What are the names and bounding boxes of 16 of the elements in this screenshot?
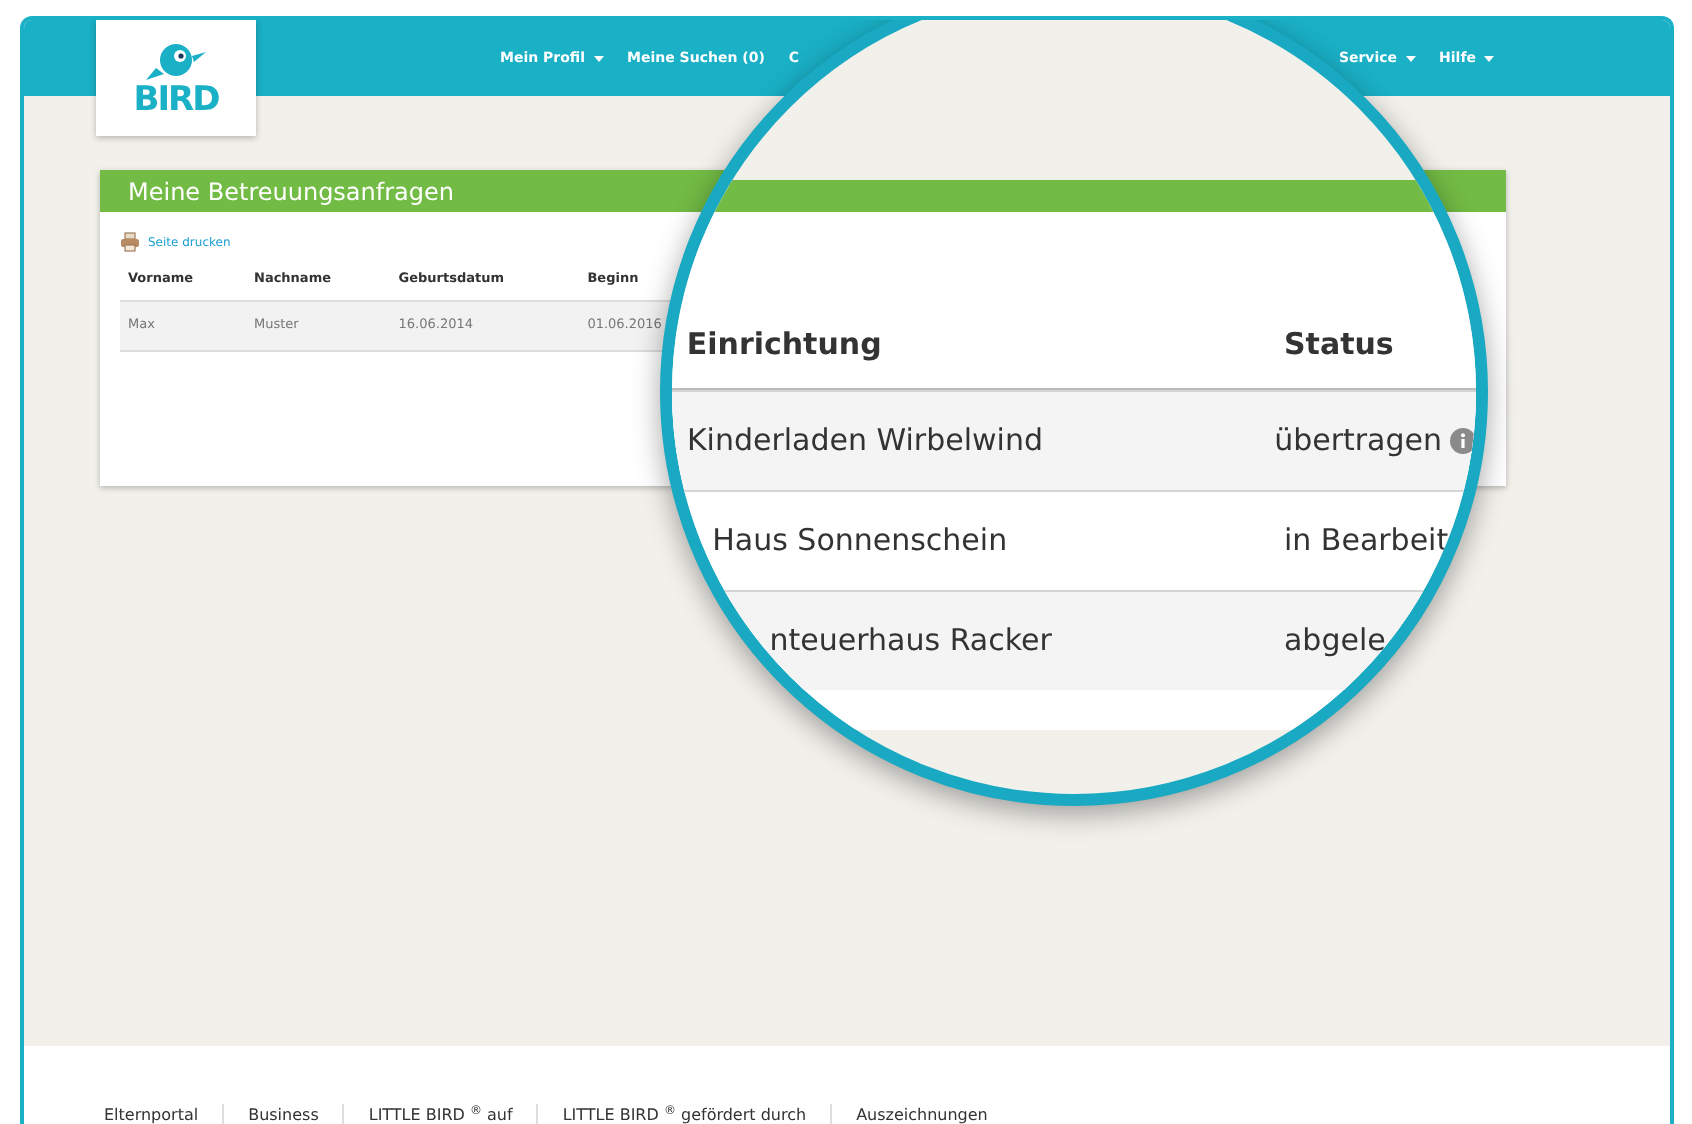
footer-heading: LITTLE BIRD $^{®}$ auf <box>342 1104 537 1124</box>
status-text: übertragen <box>1274 420 1442 463</box>
status-text: abgele <box>1283 620 1386 663</box>
footer-heading: Auszeichnungen <box>830 1104 1012 1124</box>
table-cell-text: Kinderladen Wirbelwind <box>686 420 1045 463</box>
bird-icon <box>144 39 208 83</box>
footer-heading: LITTLE BIRD $^{®}$ gefördert durch <box>536 1104 831 1124</box>
footer-heading: Elternportal <box>104 1104 201 1124</box>
footer-heading: Business <box>222 1104 343 1124</box>
status-text: in Bearbeit <box>1283 520 1449 563</box>
printer-icon <box>120 232 140 252</box>
column-header: Status <box>1283 323 1394 366</box>
table-cell-text: Haus Sonnenschein <box>712 520 1010 563</box>
logo-text: BIRD <box>133 83 219 117</box>
info-icon[interactable] <box>1450 428 1476 454</box>
table-cell-text: nteuerhaus Racker <box>769 620 1054 663</box>
